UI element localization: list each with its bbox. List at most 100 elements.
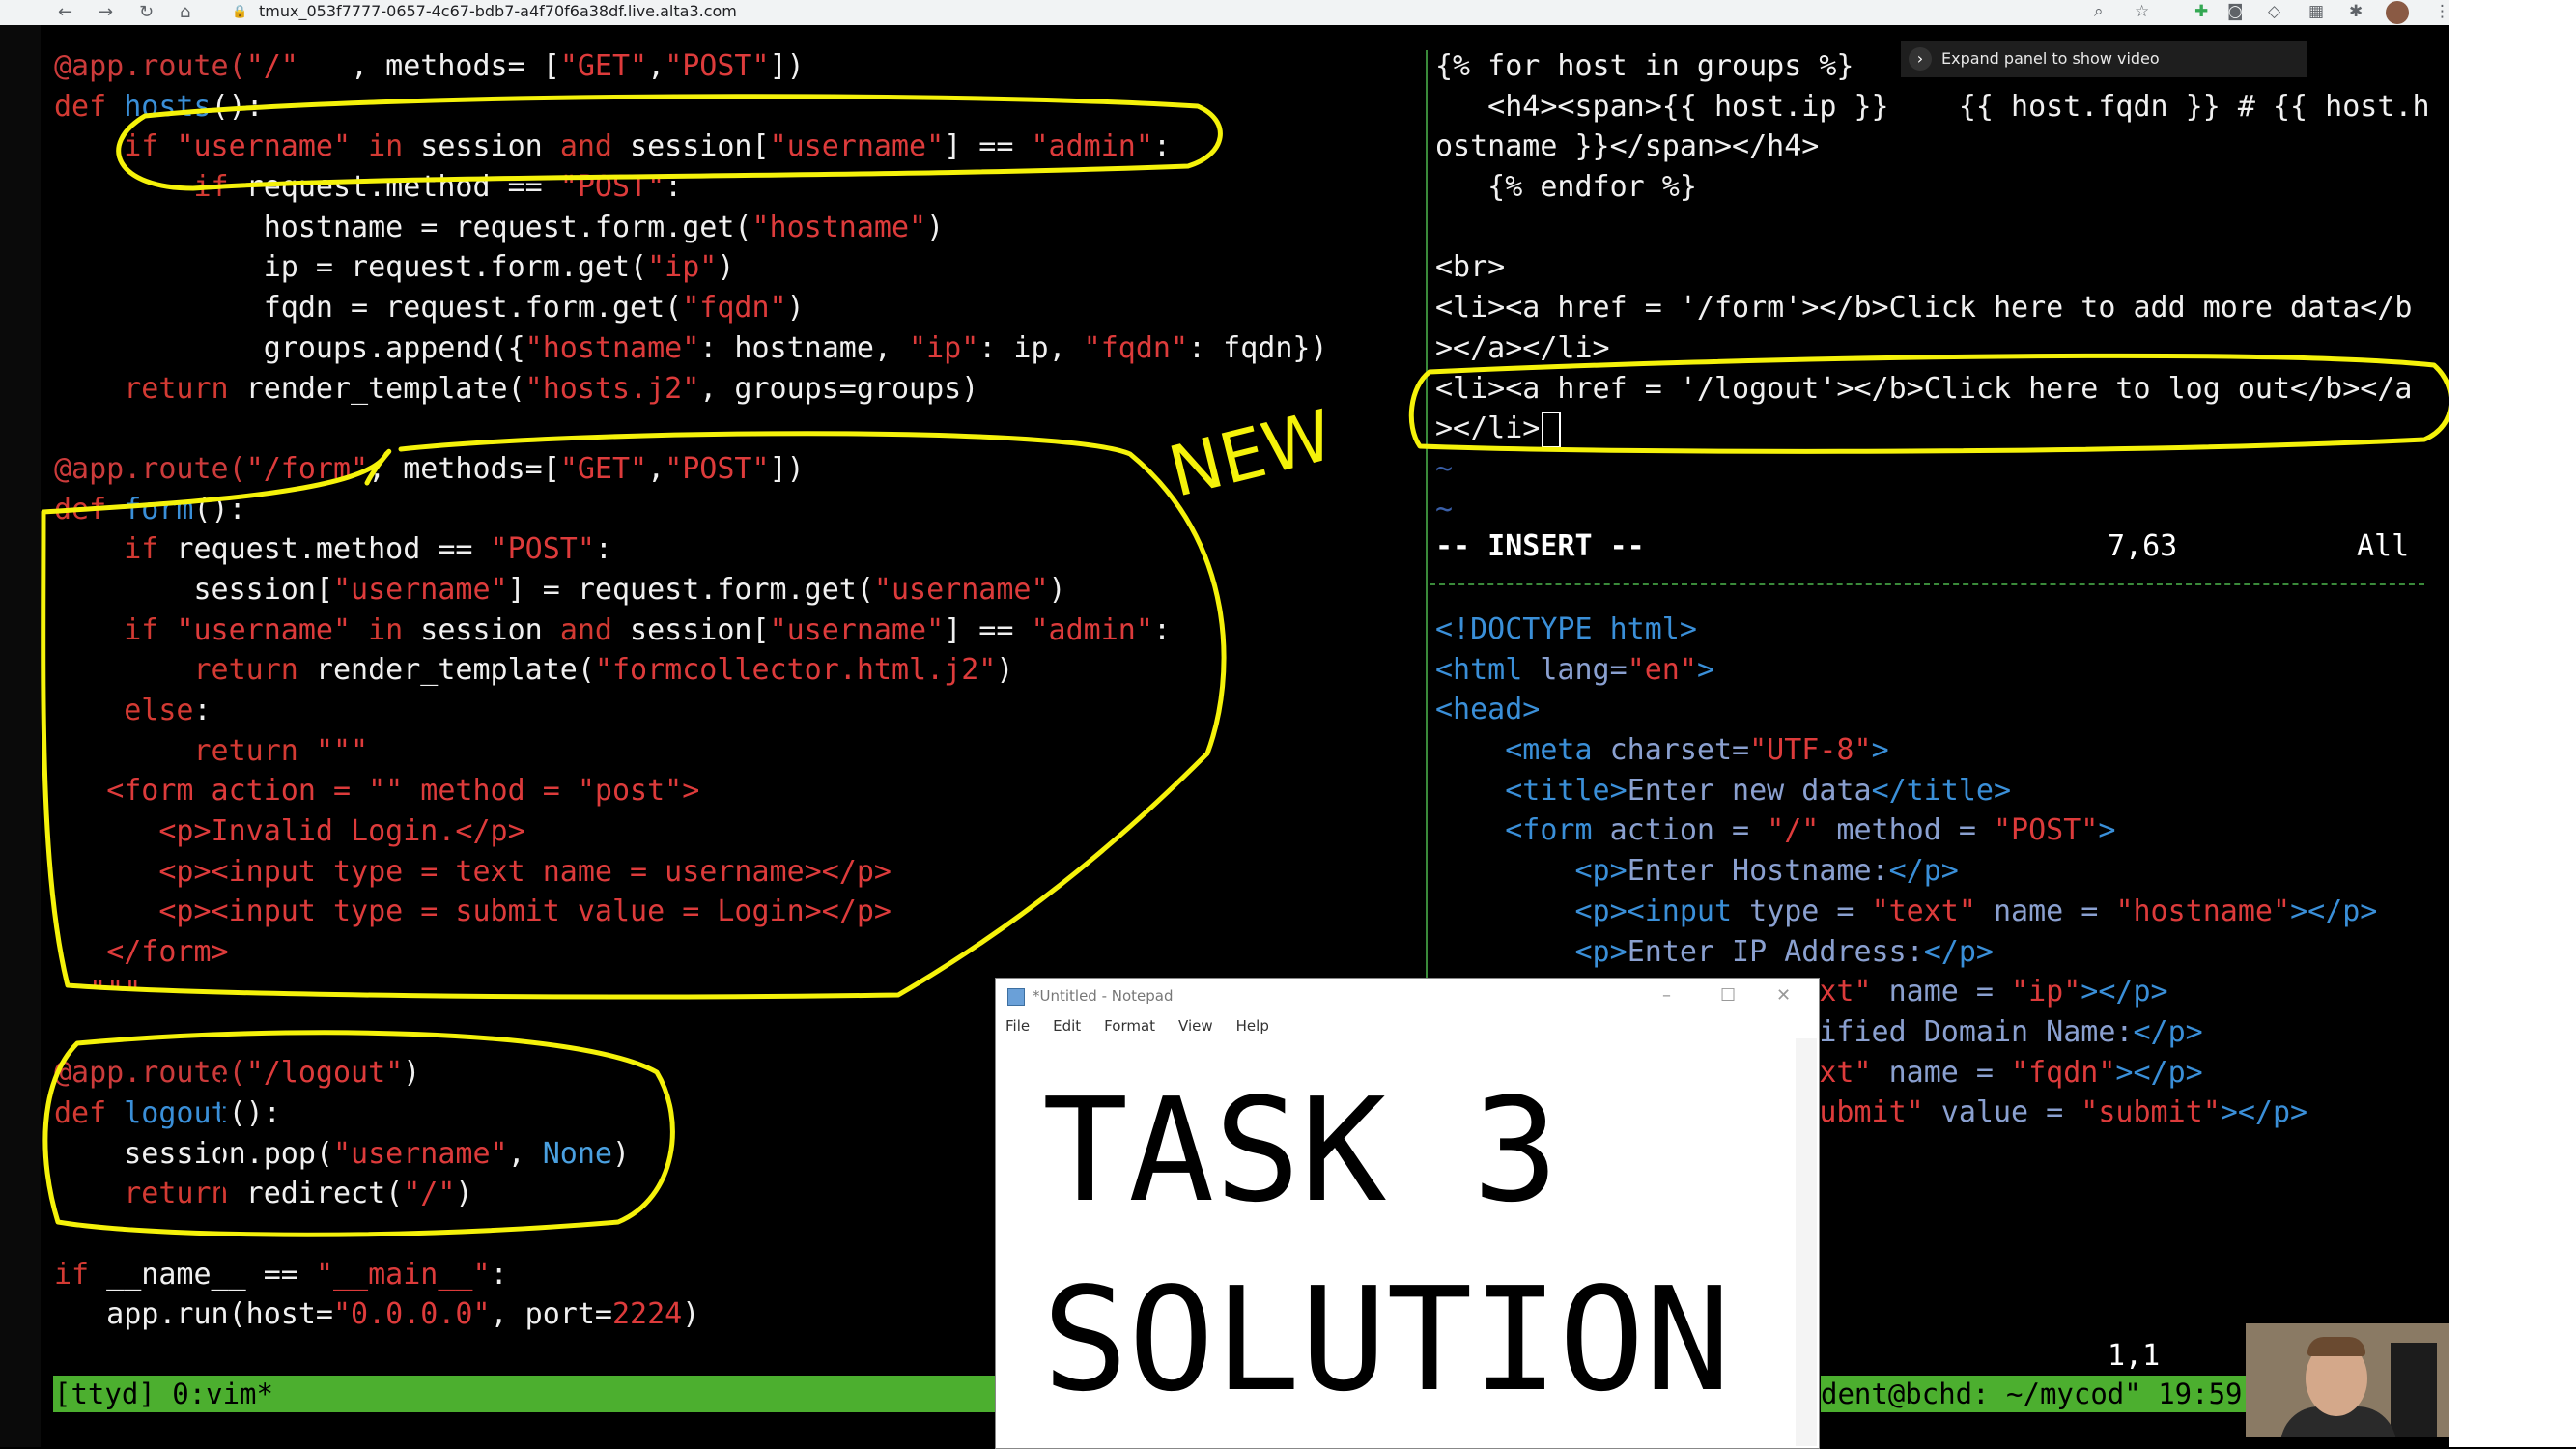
menu-edit[interactable]: Edit [1053, 1013, 1081, 1038]
code-line[interactable]: return """ [54, 731, 1328, 772]
grid-icon[interactable]: ▦ [2308, 2, 2324, 21]
notepad-text-area[interactable]: TASK 3 SOLUTION [1042, 1056, 1731, 1435]
chevron-right-icon[interactable]: › [1909, 47, 1932, 71]
zoom-icon[interactable]: ⌕ [2094, 2, 2104, 21]
code-line[interactable]: </form> [54, 932, 1328, 973]
code-line[interactable]: ></a></li> [1435, 328, 2430, 369]
notepad-menu-bar: File Edit Format View Help [996, 1013, 1819, 1038]
code-token: "POST" [665, 49, 770, 83]
code-line[interactable]: <form action = "/" method = "POST"> [1435, 810, 2377, 851]
tag-icon[interactable]: ◇ [2268, 2, 2280, 21]
star-icon[interactable]: ☆ [2135, 2, 2149, 21]
code-line[interactable]: <h4><span>{{ host.ip }} {{ host.fqdn }} … [1435, 87, 2429, 128]
maximize-button[interactable]: ☐ [1720, 979, 1736, 1013]
code-line[interactable] [54, 409, 1328, 449]
code-line[interactable]: def hosts(): [54, 87, 1328, 128]
avatar[interactable] [2386, 1, 2409, 24]
code-token: method = [1819, 813, 1994, 848]
code-line[interactable]: <form action = "" method = "post"> [54, 771, 1328, 811]
code-line[interactable]: <li><a href = '/logout'></b>Click here t… [1435, 369, 2430, 410]
code-token: ) [996, 653, 1014, 688]
code-line[interactable]: def form(): [54, 490, 1328, 530]
code-token: groups.append({ [54, 330, 525, 365]
code-line[interactable]: if "username" in session and session["us… [54, 611, 1328, 651]
code-line[interactable] [1435, 208, 2430, 248]
code-token: , [647, 451, 665, 486]
code-token: hosts [124, 89, 212, 124]
code-token: {% for host in groups %} [1435, 49, 1854, 83]
code-line[interactable]: ip = request.form.get("ip") [54, 247, 1328, 288]
menu-view[interactable]: View [1178, 1013, 1213, 1038]
code-token: ) [611, 1136, 631, 1171]
code-line[interactable]: <p><input type = "text" name = "hostname… [1435, 892, 2378, 932]
code-token: "username" [332, 572, 508, 607]
code-line[interactable]: groups.append({"hostname": hostname, "ip… [54, 328, 1328, 369]
close-button[interactable]: ✕ [1776, 979, 1791, 1013]
code-line[interactable]: ></li> [1435, 409, 2430, 449]
code-line[interactable]: <html lang="en"> [1435, 650, 2377, 691]
menu-format[interactable]: Format [1104, 1013, 1155, 1038]
code-line[interactable]: <!DOCTYPE html> [1435, 610, 2377, 650]
notepad-scrollbar[interactable] [1796, 1038, 1817, 1446]
code-line[interactable]: if "username" in session and session["us… [54, 127, 1328, 167]
code-line[interactable]: <p><input type = text name = username></… [54, 852, 1328, 893]
code-line[interactable]: <p>Enter IP Address:</p> [1435, 932, 2377, 973]
code-line[interactable]: @app.route("/form", methods=["GET","POST… [54, 449, 1328, 490]
code-line[interactable]: fqdn = request.form.get("fqdn") [54, 288, 1328, 328]
code-line[interactable]: hostname = request.form.get("hostname") [54, 208, 1328, 248]
code-token: </p> [2133, 1014, 2203, 1049]
menu-file[interactable]: File [1005, 1013, 1030, 1038]
code-line[interactable]: session["username"] = request.form.get("… [54, 570, 1328, 611]
code-token: ) [403, 1056, 421, 1091]
notepad-window[interactable]: *Untitled - Notepad – ☐ ✕ File Edit Format… [995, 978, 1820, 1449]
code-line[interactable]: else: [54, 691, 1328, 731]
code-token: : ip, [978, 330, 1084, 365]
puzzle-icon[interactable]: ✱ [2349, 2, 2363, 21]
code-token: <meta [1505, 733, 1610, 768]
code-line[interactable]: {% endfor %} [1435, 167, 2430, 208]
code-line[interactable]: <br> [1435, 247, 2430, 288]
code-line[interactable]: if request.method == "POST": [54, 167, 1328, 208]
minimize-button[interactable]: – [1662, 979, 1671, 1013]
code-line[interactable]: @app.route("/" , methods= ["GET","POST"]… [54, 46, 1328, 87]
code-line[interactable]: ostname }}</span></h4> [1435, 127, 2430, 167]
code-token: def [54, 492, 107, 526]
code-token: "ip" [2011, 975, 2081, 1009]
address-bar[interactable]: tmux_053f7777-0657-4c67-bdb7-a4f70f6a38d… [259, 2, 737, 20]
code-token: </p> [1923, 934, 1994, 969]
code-line[interactable]: return render_template("formcollector.ht… [54, 650, 1328, 691]
forward-icon[interactable]: → [99, 2, 113, 22]
code-line[interactable]: return render_template("hosts.j2", group… [54, 369, 1328, 410]
menu-help[interactable]: Help [1236, 1013, 1269, 1038]
code-line[interactable]: if request.method == "POST": [54, 529, 1328, 570]
code-line[interactable]: <p>Invalid Login.</p> [54, 811, 1328, 852]
jinja-editor-pane[interactable]: {% for host in groups %} <h4><span>{{ ho… [1435, 46, 2430, 449]
tmux-window-label[interactable]: [ttyd] 0:vim* [54, 1376, 273, 1412]
code-line[interactable]: <title>Enter new data</title> [1435, 771, 2377, 811]
code-token: "/" [1767, 813, 1820, 848]
notepad-line-1: TASK 3 [1042, 1067, 1559, 1234]
code-line[interactable]: <p>Enter Hostname:</p> [1435, 851, 2377, 892]
expand-video-tooltip[interactable]: › Expand panel to show video [1901, 41, 2307, 77]
code-line[interactable]: <li><a href = '/form'></b>Click here to … [1435, 288, 2430, 328]
code-token: """ [89, 975, 142, 1009]
notepad-titlebar[interactable]: *Untitled - Notepad [996, 979, 1819, 1013]
reload-icon[interactable]: ↻ [139, 2, 154, 22]
home-icon[interactable]: ⌂ [180, 2, 190, 22]
code-token: "admin" [1031, 612, 1153, 647]
extension-icon[interactable]: ✚ [2194, 2, 2208, 21]
code-token: "username" [176, 612, 352, 647]
code-line[interactable]: <p><input type = submit value = Login></… [54, 892, 1328, 932]
code-token: "hostname" [524, 330, 700, 365]
back-icon[interactable]: ← [58, 2, 72, 22]
code-line[interactable]: <head> [1435, 690, 2377, 730]
code-line[interactable]: <meta charset="UTF-8"> [1435, 730, 2377, 771]
code-token: return [124, 371, 229, 406]
camera-icon[interactable]: ◙ [2227, 2, 2244, 21]
code-token: "POST" [559, 170, 665, 205]
